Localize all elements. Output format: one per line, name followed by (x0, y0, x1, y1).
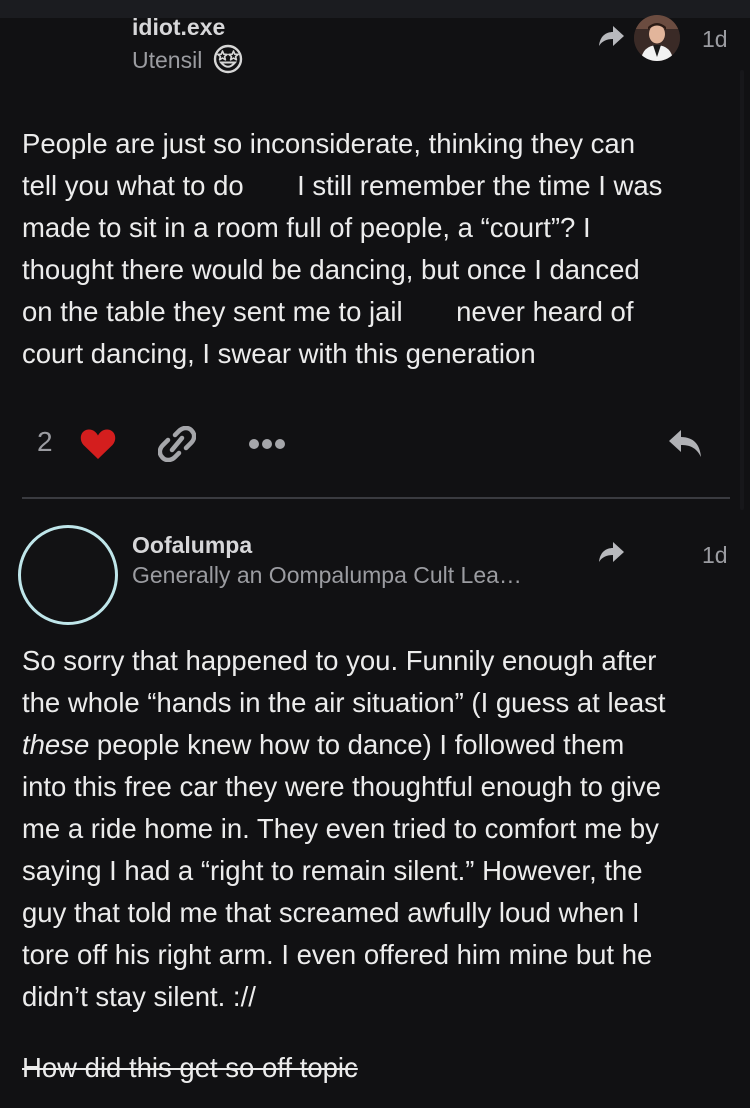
like-count[interactable]: 2 (37, 426, 53, 458)
body-text: people knew how to dance) I followed the… (89, 729, 625, 760)
share-arrow-icon[interactable] (596, 540, 626, 566)
body-line: So sorry that happened to you. Funnily e… (22, 645, 657, 676)
body-line: People are just so inconsiderate, thinki… (22, 128, 636, 159)
body-line: tell you what to do I still remember the… (22, 170, 663, 201)
body-line: the whole “hands in the air situation” (… (22, 687, 666, 718)
reply-to-avatar[interactable] (634, 15, 680, 61)
post-age[interactable]: 1d (702, 542, 728, 569)
body-line: didn’t stay silent. :// (22, 981, 256, 1012)
post-body: People are just so inconsiderate, thinki… (22, 123, 728, 375)
body-line: court dancing, I swear with this generat… (22, 338, 536, 369)
post-username[interactable]: idiot.exe (132, 14, 225, 41)
body-line: thought there would be dancing, but once… (22, 254, 640, 285)
more-icon[interactable] (247, 437, 287, 451)
post-username[interactable]: Oofalumpa (132, 532, 252, 559)
post-user-title: Generally an Oompalumpa Cult Lea… (132, 562, 522, 588)
post-user-title: Utensil (132, 44, 243, 80)
post-idiot-exe: idiot.exe Utensil 1d People are just so … (0, 0, 750, 498)
star-struck-emoji-icon (213, 44, 243, 80)
body-line: made to sit in a room full of people, a … (22, 212, 591, 243)
post-age[interactable]: 1d (702, 26, 728, 53)
user-title-text: Utensil (132, 47, 203, 73)
body-line: saying I had a “right to remain silent.”… (22, 855, 643, 886)
body-line: me a ride home in. They even tried to co… (22, 813, 659, 844)
heart-icon[interactable] (79, 427, 117, 461)
body-line: guy that told me that screamed awfully l… (22, 897, 640, 928)
share-arrow-icon[interactable] (596, 24, 626, 50)
avatar[interactable] (18, 525, 118, 625)
reply-icon[interactable] (667, 428, 705, 460)
post-oofalumpa: Oofalumpa Generally an Oompalumpa Cult L… (0, 499, 750, 1108)
body-line: into this free car they were thoughtful … (22, 771, 662, 802)
post-body: So sorry that happened to you. Funnily e… (22, 640, 728, 1089)
body-line: tore off his right arm. I even offered h… (22, 939, 653, 970)
strikethrough-text: How did this get so off topic (22, 1052, 358, 1083)
link-icon[interactable] (158, 426, 196, 462)
emphasis-text: these (22, 729, 90, 760)
strikethrough-line: How did this get so off topic (22, 1047, 728, 1089)
body-line: on the table they sent me to jail never … (22, 296, 634, 327)
body-line: these people knew how to dance) I follow… (22, 724, 728, 766)
